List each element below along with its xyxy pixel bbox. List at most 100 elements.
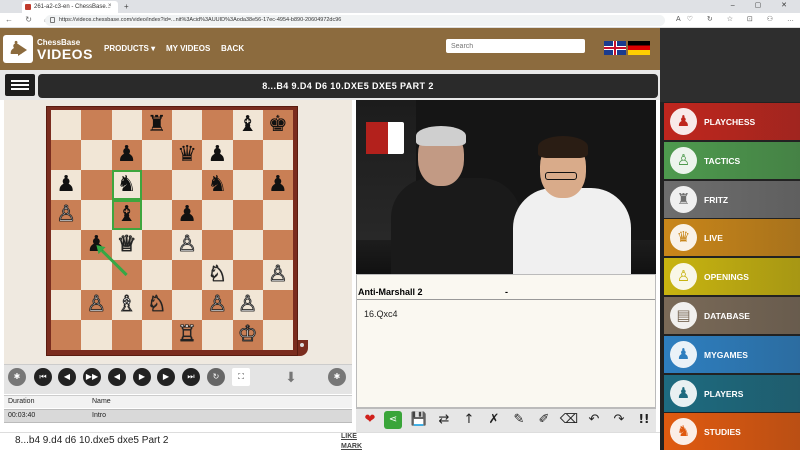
- fullscreen-icon[interactable]: ⛶: [232, 368, 250, 386]
- sidebar-item-studies[interactable]: ♞ STUDIES: [664, 413, 800, 450]
- swap-icon[interactable]: ⇄: [433, 409, 455, 430]
- square-b8[interactable]: [81, 110, 112, 140]
- square-c1[interactable]: [111, 320, 142, 350]
- square-e4[interactable]: ♙: [172, 230, 203, 260]
- menu-back[interactable]: BACK: [221, 44, 244, 53]
- forward-button[interactable]: ▶: [133, 368, 151, 386]
- square-f7[interactable]: ♟: [202, 140, 233, 170]
- chess-piece[interactable]: ♟: [177, 204, 197, 226]
- square-c4[interactable]: ♕: [111, 230, 142, 260]
- square-g7[interactable]: [232, 140, 263, 170]
- square-c2[interactable]: ♗: [111, 290, 142, 320]
- square-h3[interactable]: ♙: [262, 260, 293, 290]
- square-e2[interactable]: [172, 290, 203, 320]
- last-move-button[interactable]: ⏭: [182, 368, 200, 386]
- square-b6[interactable]: [81, 170, 112, 200]
- chess-piece[interactable]: ♙: [268, 263, 289, 286]
- square-h4[interactable]: [262, 230, 293, 260]
- chess-piece[interactable]: ♚: [268, 114, 288, 136]
- square-g5[interactable]: [232, 200, 263, 230]
- square-a1[interactable]: [51, 320, 82, 350]
- square-d2[interactable]: ♘: [141, 290, 172, 320]
- table-row[interactable]: [4, 409, 352, 423]
- square-h5[interactable]: [262, 200, 293, 230]
- promote-variation-icon[interactable]: ↑: [458, 409, 480, 430]
- chess-piece[interactable]: ♟: [87, 234, 107, 256]
- chess-piece[interactable]: ♙: [86, 293, 107, 316]
- square-d8[interactable]: ♜: [141, 110, 172, 140]
- chess-piece[interactable]: ♞: [117, 174, 137, 196]
- chess-piece[interactable]: ♛: [177, 144, 197, 166]
- square-e6[interactable]: [172, 170, 203, 200]
- like-link[interactable]: LIKE: [341, 433, 357, 440]
- mark-link[interactable]: MARK: [341, 443, 362, 450]
- square-f5[interactable]: [202, 200, 233, 230]
- chess-piece[interactable]: ♕: [116, 233, 137, 256]
- square-a6[interactable]: ♟: [51, 170, 82, 200]
- english-flag-icon[interactable]: [604, 41, 626, 55]
- browser-toolbar-icons[interactable]: A♡ ↻ ☆ ⊡ ⚇ …: [676, 15, 800, 23]
- menu-products[interactable]: PRODUCTS ▾: [104, 44, 155, 53]
- square-e5[interactable]: ♟: [172, 200, 203, 230]
- square-e3[interactable]: [172, 260, 203, 290]
- chess-piece[interactable]: ♟: [208, 144, 228, 166]
- prev-move-button[interactable]: ◀: [58, 368, 76, 386]
- square-a8[interactable]: [51, 110, 82, 140]
- sidebar-item-live[interactable]: ♛ LIVE: [664, 219, 800, 257]
- hamburger-menu-icon[interactable]: [5, 74, 35, 96]
- chess-piece[interactable]: ♝: [117, 204, 137, 226]
- square-a4[interactable]: [51, 230, 82, 260]
- square-e8[interactable]: [172, 110, 203, 140]
- chess-piece[interactable]: ♖: [177, 323, 198, 346]
- chess-piece[interactable]: ♙: [177, 233, 198, 256]
- exclam-annotation-icon[interactable]: !!: [633, 409, 655, 430]
- delete-variation-icon[interactable]: ✗: [483, 409, 505, 430]
- undo-icon[interactable]: ↶: [583, 409, 605, 430]
- menu-my-videos[interactable]: MY VIDEOS: [166, 44, 210, 53]
- chess-piece[interactable]: ♞: [208, 174, 228, 196]
- square-g8[interactable]: ♝: [232, 110, 263, 140]
- chess-piece[interactable]: ♟: [56, 174, 76, 196]
- chess-piece[interactable]: ♙: [207, 293, 228, 316]
- square-f3[interactable]: ♘: [202, 260, 233, 290]
- engine-gear-icon[interactable]: ✱: [8, 368, 26, 386]
- square-g2[interactable]: ♙: [232, 290, 263, 320]
- square-c5[interactable]: ♝: [111, 200, 142, 230]
- square-g3[interactable]: [232, 260, 263, 290]
- browser-tab[interactable]: 261-a2-c3-en - ChessBase...: [22, 1, 118, 13]
- square-d7[interactable]: [141, 140, 172, 170]
- square-f8[interactable]: [202, 110, 233, 140]
- square-c3[interactable]: [111, 260, 142, 290]
- sidebar-item-openings[interactable]: ♙ OPENINGS: [664, 258, 800, 296]
- square-h8[interactable]: ♚: [262, 110, 293, 140]
- chess-piece[interactable]: ♙: [56, 203, 77, 226]
- sidebar-item-database[interactable]: ▤ DATABASE: [664, 297, 800, 334]
- settings-gear-icon[interactable]: ✱: [328, 368, 346, 386]
- edit-icon[interactable]: ✐: [533, 409, 555, 430]
- square-f6[interactable]: ♞: [202, 170, 233, 200]
- square-b3[interactable]: [81, 260, 112, 290]
- square-g1[interactable]: ♔: [232, 320, 263, 350]
- square-g4[interactable]: [232, 230, 263, 260]
- square-d4[interactable]: [141, 230, 172, 260]
- move-list[interactable]: 16.Qxc4: [364, 309, 398, 319]
- sidebar-item-fritz[interactable]: ♜ FRITZ: [664, 180, 800, 218]
- square-f4[interactable]: [202, 230, 233, 260]
- url-field[interactable]: https://videos.chessbase.com/video/index…: [45, 15, 665, 26]
- new-tab-button[interactable]: +: [124, 2, 129, 11]
- square-g6[interactable]: [232, 170, 263, 200]
- annotate-icon[interactable]: ✎: [508, 409, 530, 430]
- redo-icon[interactable]: ↷: [608, 409, 630, 430]
- square-a5[interactable]: ♙: [51, 200, 82, 230]
- square-d6[interactable]: [141, 170, 172, 200]
- german-flag-icon[interactable]: [628, 41, 650, 55]
- rotate-board-icon[interactable]: ↻: [207, 368, 225, 386]
- square-e7[interactable]: ♛: [172, 140, 203, 170]
- square-d1[interactable]: [141, 320, 172, 350]
- tab-close-icon[interactable]: ×: [108, 3, 112, 9]
- sidebar-item-tactics[interactable]: ♙ TACTICS: [664, 141, 800, 179]
- square-a2[interactable]: [51, 290, 82, 320]
- search-input[interactable]: [446, 39, 585, 53]
- square-h2[interactable]: [262, 290, 293, 320]
- chess-piece[interactable]: ♘: [207, 263, 228, 286]
